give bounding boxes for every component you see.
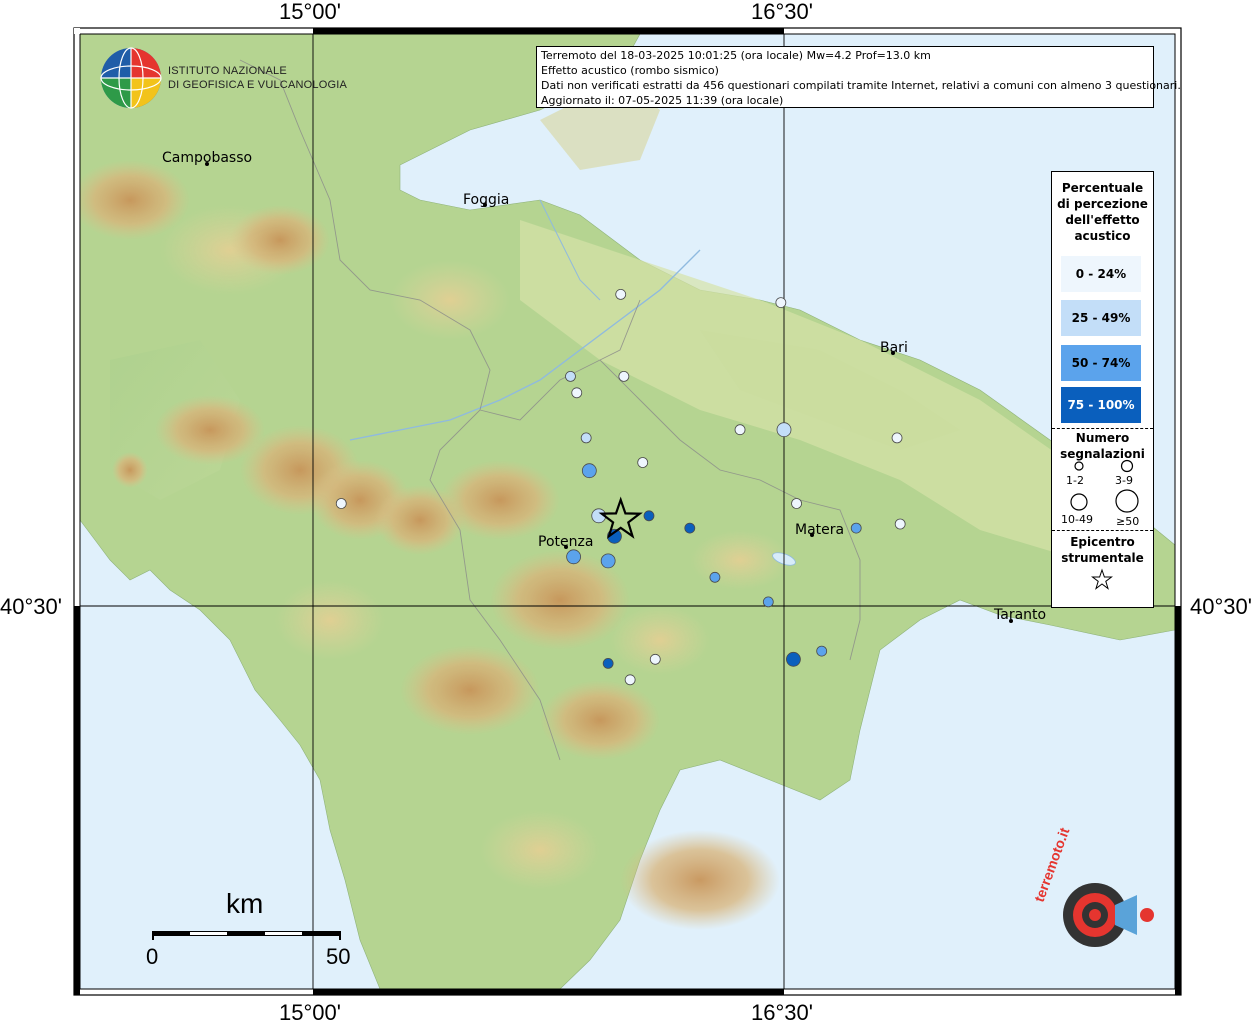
perception-point	[643, 510, 655, 522]
perception-point	[600, 553, 616, 569]
lon-label-top-2: 16°30'	[751, 0, 813, 24]
city-label-potenza: Potenza	[538, 534, 594, 550]
lon-label-bottom-1: 15°00'	[279, 1000, 341, 1025]
perception-point	[776, 422, 792, 438]
institute-line1: ISTITUTO NAZIONALE	[168, 65, 287, 77]
perception-point	[786, 651, 801, 667]
lat-label-right: 40°30'	[1190, 594, 1252, 619]
city-label-bari: Bari	[880, 340, 908, 356]
event-info-box: Terremoto del 18-03-2025 10:01:25 (ora l…	[536, 46, 1181, 108]
perception-point	[894, 518, 906, 530]
event-line3: Dati non verificati estratti da 456 ques…	[541, 79, 1181, 92]
legend-epicenter-title: Epicentro strumentale	[1052, 534, 1153, 566]
perception-point	[580, 432, 592, 444]
perception-point	[734, 424, 746, 436]
legend-count-50: ≥50	[1116, 515, 1140, 528]
city-label-campobasso: Campobasso	[162, 150, 253, 166]
legend-title-line4: acustico	[1074, 229, 1131, 243]
perception-point	[775, 297, 787, 309]
legend-count-3-9: 3-9	[1115, 474, 1133, 487]
perception-point	[649, 653, 661, 665]
perception-point	[335, 498, 347, 509]
legend-divider-2	[1052, 530, 1153, 531]
scale-min: 0	[146, 944, 159, 969]
event-line4: Aggiornato il: 07-05-2025 11:39 (ora loc…	[541, 94, 784, 107]
event-line2: Effetto acustico (rombo sismico)	[541, 64, 719, 77]
scale-max: 50	[326, 944, 351, 969]
legend-epicenter-line1: Epicentro	[1070, 535, 1135, 549]
perception-point	[571, 387, 583, 399]
perception-point	[791, 498, 802, 509]
legend-star-icon	[1091, 568, 1113, 590]
perception-point	[709, 571, 721, 583]
legend-title-line1: Percentuale	[1061, 181, 1144, 195]
legend-count-10-49: 10-49	[1061, 513, 1093, 526]
scale-unit: km	[226, 888, 264, 919]
legend-divider	[1052, 428, 1153, 429]
legend-title-line2: di percezione	[1057, 197, 1148, 211]
ingv-logo	[100, 47, 162, 109]
legend-title: Percentuale di percezione dell'effetto a…	[1052, 180, 1153, 244]
legend-class-2: 50 - 74%	[1061, 345, 1141, 381]
city-label-matera: Matera	[795, 522, 845, 538]
city-label-foggia: Foggia	[463, 192, 510, 208]
legend: Percentuale di percezione dell'effetto a…	[1051, 171, 1154, 608]
legend-count-1-2: 1-2	[1066, 474, 1084, 487]
legend-epicenter-line2: strumentale	[1061, 551, 1144, 565]
perception-point	[618, 370, 630, 382]
perception-point	[891, 432, 903, 444]
perception-point	[615, 288, 627, 300]
lon-label-bottom-2: 16°30'	[751, 1000, 813, 1025]
perception-point	[602, 658, 614, 669]
perception-point	[581, 463, 597, 479]
legend-count-line1: Numero	[1075, 431, 1130, 445]
city-label-taranto: Taranto	[994, 607, 1047, 623]
perception-point	[684, 522, 696, 534]
institute-line2: DI GEOFISICA E VULCANOLOGIA	[168, 79, 347, 91]
perception-point	[566, 549, 582, 565]
perception-point	[816, 645, 828, 657]
legend-class-0: 0 - 24%	[1061, 256, 1141, 292]
perception-point	[762, 596, 774, 608]
lon-label-top-1: 15°00'	[279, 0, 341, 24]
perception-point	[565, 370, 576, 382]
perception-point	[637, 457, 649, 468]
perception-point	[624, 674, 636, 686]
event-line1: Terremoto del 18-03-2025 10:01:25 (ora l…	[541, 49, 931, 62]
institute-name: ISTITUTO NAZIONALE DI GEOFISICA E VULCAN…	[168, 64, 347, 92]
legend-class-3: 75 - 100%	[1061, 387, 1141, 423]
map-area	[80, 34, 1175, 989]
lat-label-left: 40°30'	[0, 594, 62, 619]
legend-class-1: 25 - 49%	[1061, 300, 1141, 336]
legend-title-line3: dell'effetto	[1065, 213, 1140, 227]
perception-point	[850, 522, 862, 534]
legend-size-symbols	[1070, 459, 1139, 513]
